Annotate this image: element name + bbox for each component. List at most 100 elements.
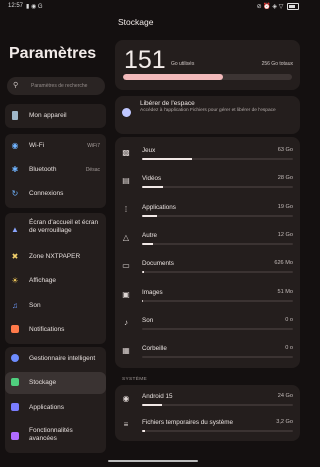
storage-row-bar — [142, 404, 293, 406]
storage-row-bar — [142, 186, 293, 189]
storage-row-bar — [142, 242, 293, 245]
storage-row-jeux[interactable]: ▩ Jeux 63 Go — [115, 139, 300, 167]
storage-row-bar-fill — [142, 242, 153, 245]
settings-title: Paramètres — [9, 45, 97, 62]
phone-icon — [10, 111, 20, 121]
search-input[interactable]: ⚲ Paramètres de recherche — [7, 77, 105, 95]
settings-item-label: Bluetooth — [29, 166, 57, 173]
storage-summary-card: 151 Go utilisés 256 Go totaux — [115, 40, 300, 90]
storage-row-autre[interactable]: △ Autre 12 Go — [115, 224, 300, 252]
settings-item-applications[interactable]: Applications — [5, 397, 106, 419]
storage-row-bar — [142, 430, 293, 432]
free-space-card[interactable]: Libérer de l'espace Accédez à l'applicat… — [115, 96, 300, 134]
storage-system-card: ◉ Android 15 24 Go ≡ Fichiers temporaires du… — [115, 385, 300, 441]
storage-row-size: 3,2 Go — [276, 419, 293, 425]
advanced-icon — [10, 432, 20, 442]
free-space-title: Libérer de l'espace — [140, 100, 195, 107]
storage-row-vid-os[interactable]: ▤ Vidéos 28 Go — [115, 167, 300, 195]
status-time: 12:57 — [8, 3, 24, 9]
storage-progress-fill — [123, 74, 223, 80]
storage-row-bar-fill — [142, 271, 144, 274]
status-bar: 12:57 ▮ ◉ G ⊘ ⏰ ◈ ▽ — [0, 0, 305, 12]
used-value: 151 — [124, 46, 166, 74]
storage-row-bar — [142, 158, 293, 160]
files-app-icon — [122, 108, 131, 117]
settings-item-notifications[interactable]: Notifications — [5, 319, 106, 341]
storage-row-name: Autre — [142, 231, 158, 239]
settings-group-display: ▲ Écran d'accueil et écran de verrouilla… — [5, 213, 106, 344]
storage-row-name: Android 15 — [142, 393, 173, 400]
storage-row-size: 0 o — [285, 316, 293, 323]
settings-item-wifi[interactable]: ◉ Wi-Fi WiFi7 — [5, 135, 106, 157]
wifi-icon: ◉ — [11, 141, 19, 150]
storage-icon — [10, 378, 20, 388]
wifi-status: WiFi7 — [87, 143, 100, 149]
images-icon: ▣ — [122, 289, 130, 299]
search-icon: ⚲ — [13, 82, 19, 89]
storage-row-size: 51 Mo — [277, 288, 293, 295]
storage-row-bar — [142, 271, 293, 274]
status-right-icons: ⊘ ⏰ ◈ ▽ — [257, 3, 299, 10]
free-space-subtitle: Accédez à l'application Fichiers pour gé… — [140, 108, 276, 113]
settings-item-nxtpaper[interactable]: ✖ Zone NXTPAPER — [5, 246, 106, 268]
storage-row-name: Applications — [142, 203, 176, 211]
storage-row-size: 12 Go — [277, 231, 293, 238]
settings-item-advanced[interactable]: Fonctionnalités avancées — [5, 424, 106, 450]
storage-title: Stockage — [118, 17, 154, 27]
settings-item-label: Affichage — [29, 277, 56, 284]
storage-row-bar-fill — [142, 214, 158, 217]
settings-item-my-device[interactable]: Mon appareil — [5, 105, 106, 127]
storage-row-fichiers-temporaires-du-syst-me[interactable]: ≡ Fichiers temporaires du système 3,2 Go — [115, 411, 300, 439]
storage-row-images[interactable]: ▣ Images 51 Mo — [115, 281, 300, 309]
notifications-icon — [10, 325, 20, 335]
sound-icon: ♫ — [12, 301, 18, 310]
storage-row-applications[interactable]: ⁞ Applications 19 Go — [115, 196, 300, 224]
storage-row-bar-fill — [142, 186, 164, 189]
storage-row-bar — [142, 327, 293, 330]
trash-icon: ▦ — [122, 346, 130, 356]
storage-row-name: Images — [142, 288, 163, 296]
settings-item-label: Applications — [29, 404, 65, 411]
apps-grid-icon: ⁞ — [124, 204, 128, 214]
settings-item-label: Écran d'accueil et écran de verrouillage — [29, 219, 99, 234]
storage-row-documents[interactable]: ▭ Documents 626 Mo — [115, 252, 300, 280]
storage-row-bar-fill — [142, 404, 162, 406]
settings-item-sound[interactable]: ♫ Son — [5, 295, 106, 317]
settings-item-label: Notifications — [29, 326, 65, 333]
home-screen-icon: ▲ — [11, 225, 19, 234]
settings-item-label: Zone NXTPAPER — [29, 253, 81, 260]
storage-row-son[interactable]: ♪ Son 0 o — [115, 309, 300, 337]
games-icon: ▩ — [122, 148, 130, 157]
settings-item-storage[interactable]: Stockage — [5, 372, 106, 394]
nxtpaper-icon: ✖ — [11, 252, 19, 261]
storage-row-size: 63 Go — [277, 147, 293, 153]
storage-row-name: Son — [142, 316, 154, 324]
status-left-icons: ▮ ◉ G — [26, 4, 43, 10]
storage-row-name: Vidéos — [142, 175, 162, 183]
storage-row-android-15[interactable]: ◉ Android 15 24 Go — [115, 385, 300, 413]
settings-item-smart-manager[interactable]: Gestionnaire intelligent — [5, 348, 106, 370]
settings-item-bluetooth[interactable]: ✱ Bluetooth Désac — [5, 159, 106, 181]
apps-icon — [10, 403, 20, 413]
system-section-header: SYSTÈME — [122, 377, 148, 382]
settings-item-display[interactable]: ☀ Affichage — [5, 270, 106, 292]
storage-row-bar-fill — [142, 158, 192, 160]
folder-icon: ▭ — [122, 261, 130, 271]
storage-row-size: 626 Mo — [274, 260, 293, 267]
settings-item-label: Stockage — [29, 379, 57, 386]
settings-item-connexions[interactable]: ↻ Connexions — [5, 183, 106, 205]
database-icon: ≡ — [123, 420, 129, 429]
settings-item-label: Mon appareil — [29, 112, 67, 119]
storage-categories-card: ▩ Jeux 63 Go ▤ Vidéos 28 Go ⁞ Applications 19 Go… — [115, 137, 300, 368]
music-icon: ♪ — [124, 317, 128, 327]
storage-progress-bar — [123, 74, 292, 80]
settings-group-device: Mon appareil — [5, 104, 106, 128]
settings-item-home-lock-screen[interactable]: ▲ Écran d'accueil et écran de verrouilla… — [5, 216, 106, 242]
battery-icon — [287, 3, 299, 10]
used-label: Go utilisés — [171, 61, 195, 67]
storage-row-corbeille[interactable]: ▦ Corbeille 0 o — [115, 337, 300, 365]
gesture-handle — [108, 460, 198, 462]
connections-icon: ↻ — [11, 189, 19, 198]
storage-row-name: Fichiers temporaires du système — [142, 419, 233, 426]
bluetooth-status: Désac — [85, 167, 100, 173]
